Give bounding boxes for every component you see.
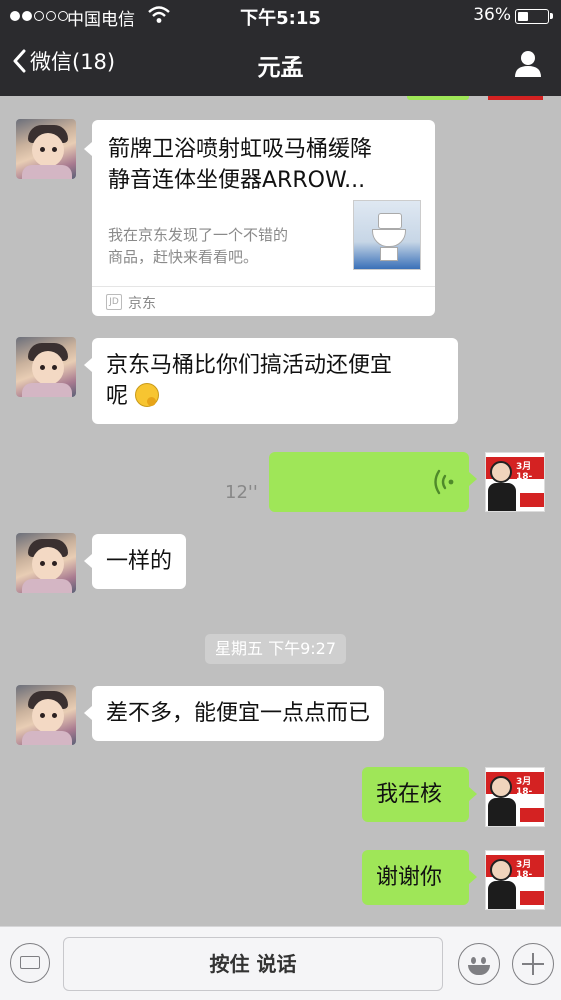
profile-icon[interactable]: [513, 48, 543, 78]
shared-link-card[interactable]: 箭牌卫浴喷射虹吸马桶缓降 静音连体坐便器ARROW... 我在京东发现了一个不错…: [84, 120, 435, 316]
hold-to-talk-button[interactable]: 按住 说话: [63, 937, 443, 991]
contact-avatar[interactable]: [16, 685, 76, 745]
jd-logo-icon: JD: [106, 294, 122, 310]
voice-message-bubble[interactable]: [269, 452, 477, 512]
battery-percent: 36%: [473, 5, 511, 25]
contact-avatar[interactable]: [16, 337, 76, 397]
battery-icon: [515, 9, 553, 24]
previous-avatar: [488, 96, 543, 100]
contact-avatar[interactable]: [16, 533, 76, 593]
link-card-description: 我在京东发现了一个不错的 商品，赶快来看看吧。: [108, 226, 289, 266]
message-list[interactable]: 箭牌卫浴喷射虹吸马桶缓降 静音连体坐便器ARROW... 我在京东发现了一个不错…: [0, 96, 561, 926]
product-thumbnail: [353, 200, 421, 270]
my-avatar[interactable]: 3月18-19日: [485, 452, 545, 512]
thinking-face-icon: [135, 383, 160, 407]
card-divider: [92, 286, 435, 287]
my-avatar[interactable]: 3月18-19日: [485, 767, 545, 827]
message-bubble-outgoing[interactable]: 谢谢你: [362, 850, 477, 905]
chat-title: 元孟: [257, 55, 304, 81]
keyboard-toggle-button[interactable]: [10, 943, 50, 983]
timestamp-divider: 星期五 下午9:27: [205, 634, 347, 664]
voice-duration: 12'': [225, 482, 258, 503]
more-options-button[interactable]: [512, 943, 554, 985]
voice-wave-icon: [434, 469, 454, 495]
message-bubble-incoming[interactable]: 差不多，能便宜一点点而已: [83, 686, 385, 741]
my-avatar[interactable]: 3月18-19日: [485, 850, 545, 910]
keyboard-icon: [20, 956, 40, 969]
message-bubble-outgoing[interactable]: 我在核: [362, 767, 477, 822]
input-bar: 按住 说话: [0, 926, 561, 1000]
chat-header: 中国电信 下午5:15 36% 微信(18) 元孟: [0, 0, 561, 96]
message-bubble-incoming[interactable]: 京东马桶比你们搞活动还便宜 呢: [84, 338, 458, 424]
battery-fill: [518, 12, 528, 21]
contact-avatar[interactable]: [16, 119, 76, 179]
previous-message-bubble: [407, 96, 469, 100]
message-bubble-incoming[interactable]: 一样的: [83, 534, 187, 589]
emoji-button[interactable]: [458, 943, 500, 985]
nav-bar: 微信(18) 元孟: [0, 32, 561, 96]
link-card-title: 箭牌卫浴喷射虹吸马桶缓降 静音连体坐便器ARROW...: [108, 137, 373, 193]
link-card-source: 京东: [128, 296, 156, 312]
status-bar: 中国电信 下午5:15 36%: [0, 0, 561, 32]
